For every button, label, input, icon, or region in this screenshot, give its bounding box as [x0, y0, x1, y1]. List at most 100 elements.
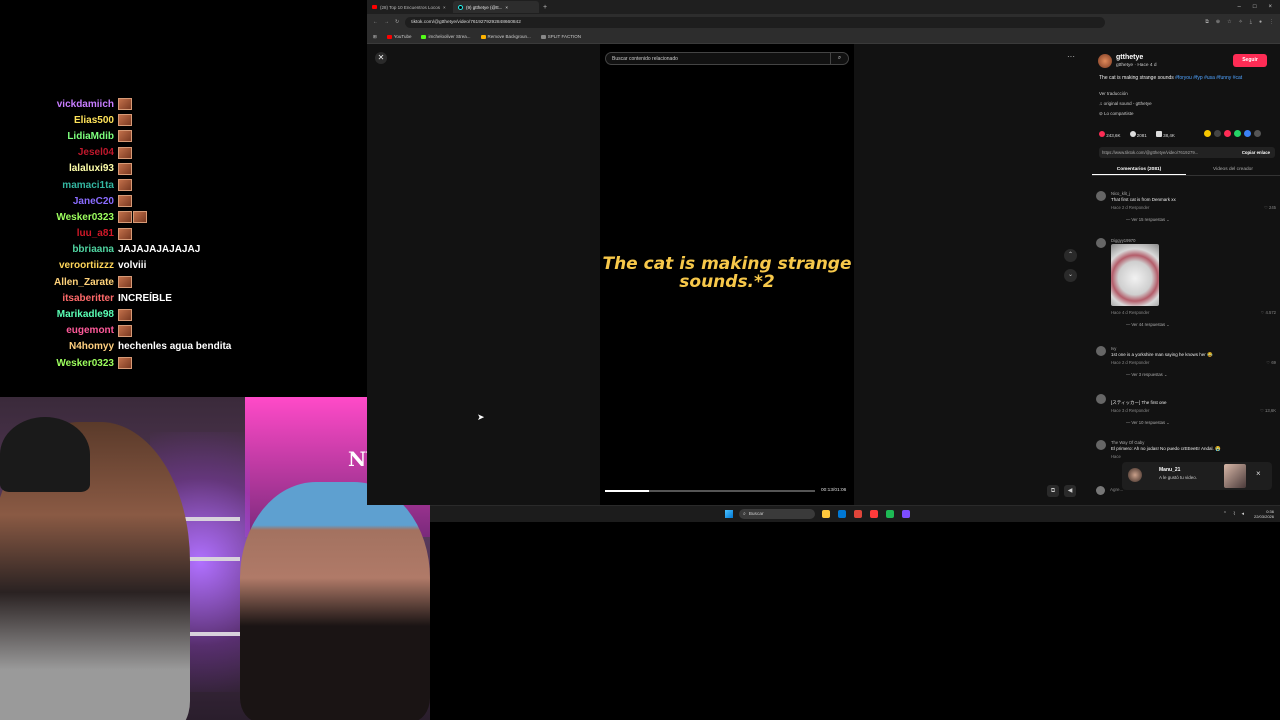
close-video-button[interactable]: ✕ [375, 52, 387, 64]
windows-start-icon[interactable] [725, 510, 733, 518]
speaker-icon[interactable]: ◂ [1241, 511, 1244, 517]
commenter-avatar[interactable] [1096, 238, 1106, 248]
video-player[interactable]: Buscar contenido relacionado ⌕ The cat i… [600, 44, 854, 505]
creator-avatar[interactable] [1098, 54, 1112, 68]
save-button[interactable]: 38,4K [1155, 131, 1175, 138]
view-replies-link[interactable]: — Ver 44 respuestas ⌄ [1126, 322, 1170, 327]
view-replies-link[interactable]: — Ver 10 respuestas ⌄ [1126, 420, 1170, 425]
translate-link[interactable]: Ver traducción [1099, 91, 1128, 96]
url-field[interactable]: tiktok.com/@gtthetye/video/7619279292848… [405, 16, 1106, 28]
comment-meta[interactable]: Hace 2 d Responder [1111, 205, 1149, 210]
view-replies-link[interactable]: — Ver 3 respuestas ⌄ [1126, 372, 1167, 377]
comment-text: 1st one is a yorkshire man saying he kno… [1111, 352, 1213, 357]
taskbar-app-icon[interactable] [822, 510, 830, 518]
commenter-avatar[interactable] [1096, 394, 1106, 404]
commenter-name[interactable]: Diggyy19970 [1111, 238, 1135, 243]
menu-icon[interactable]: ⋮ [1269, 19, 1274, 25]
tab-comments[interactable]: Comentarios (2081) [1092, 164, 1186, 175]
share-icon[interactable] [1254, 130, 1261, 137]
downloads-icon[interactable]: ⤓ [1250, 19, 1252, 25]
video-progress-bar[interactable] [605, 490, 815, 492]
comment-meta[interactable]: Hace 4 d Responder [1111, 310, 1149, 315]
tab-creator-videos[interactable]: Videos del creador [1186, 164, 1280, 175]
taskbar-app-icon[interactable] [902, 510, 910, 518]
like-button[interactable]: 243,6K [1099, 131, 1121, 138]
commenter-name[interactable]: Nico_klit_j [1111, 191, 1130, 196]
chevron-up-icon[interactable]: ⌃ [1223, 511, 1227, 517]
creator-name[interactable]: gtthetye [1116, 54, 1143, 61]
comment-icon [1129, 131, 1136, 137]
comment-button[interactable]: 2081 [1129, 131, 1147, 138]
emote-icon [118, 146, 132, 159]
view-replies-link[interactable]: — Ver 15 respuestas ⌄ [1126, 217, 1170, 222]
embed-icon[interactable] [1214, 130, 1221, 137]
commenter-avatar[interactable] [1096, 191, 1106, 201]
emote-icon [118, 98, 132, 111]
comment-meta[interactable]: Hace 3 d Responder [1111, 408, 1149, 413]
share-link-box[interactable]: https://www.tiktok.com/@gtthetye/video/7… [1099, 147, 1275, 158]
bookmark-star-icon[interactable]: ☆ [1227, 19, 1231, 25]
close-icon[interactable]: × [505, 5, 508, 10]
emote-icon [118, 324, 132, 337]
previous-video-button[interactable]: ⌃ [1064, 249, 1077, 262]
comment-likes[interactable]: ♡ 4.572 [1261, 310, 1276, 315]
profile-icon[interactable]: ● [1259, 19, 1262, 25]
maximize-icon[interactable]: □ [1253, 4, 1257, 10]
caption-line: The cat is making strange [602, 254, 852, 274]
back-icon[interactable]: ← [373, 19, 378, 25]
pip-icon[interactable]: ⧉ [1047, 485, 1059, 497]
next-video-button[interactable]: ⌄ [1064, 269, 1077, 282]
taskbar-app-icon[interactable] [886, 510, 894, 518]
zoom-icon[interactable]: ⊕ [1216, 19, 1220, 25]
tab-youtube[interactable]: (28) Top 10 Encuentros Locos × [367, 1, 453, 13]
commenter-avatar[interactable] [1096, 346, 1106, 356]
comment-likes[interactable]: ♡ 13,6K [1260, 408, 1276, 413]
taskbar-search[interactable]: ⌕ Buscar [739, 509, 815, 519]
taskbar-app-icon[interactable] [838, 510, 846, 518]
extensions-icon[interactable]: ✧ [1239, 19, 1243, 25]
comment-likes[interactable]: ♡ 69 [1266, 360, 1276, 365]
taskbar-app-icon[interactable] [854, 510, 862, 518]
window-controls: – □ × [1238, 4, 1280, 10]
whatsapp-icon[interactable] [1234, 130, 1241, 137]
close-icon[interactable]: × [1256, 469, 1261, 478]
more-options-icon[interactable]: ··· [1064, 53, 1078, 64]
comment-likes[interactable]: ♡ 245 [1264, 205, 1276, 210]
commenter-name[interactable]: Ivy [1111, 346, 1116, 351]
related-search-input[interactable]: Buscar contenido relacionado ⌕ [605, 52, 849, 65]
comment-meta[interactable]: Hace 2 d Responder [1111, 360, 1149, 365]
bookmark-label: SPLIT FACTION [547, 34, 581, 39]
copy-link-button[interactable]: Copiar enlace [1242, 150, 1275, 155]
follow-button[interactable]: Seguir [1233, 54, 1267, 67]
chat-username: LidiaMdib [67, 130, 114, 142]
hashtags[interactable]: #foryou #fyp #usa #funny #cat [1175, 75, 1242, 81]
bookmark-item[interactable]: Remove Backgroun... [480, 34, 531, 39]
comment-input[interactable]: Agre... [1110, 487, 1123, 492]
bookmark-item[interactable]: SPLIT FACTION [540, 34, 581, 39]
forward-icon[interactable]: → [384, 19, 389, 25]
close-icon[interactable]: × [443, 5, 446, 10]
search-icon[interactable]: ⌕ [830, 53, 848, 64]
volume-icon[interactable]: ◀ [1064, 485, 1076, 497]
send-icon[interactable] [1224, 130, 1231, 137]
facebook-icon[interactable] [1244, 130, 1251, 137]
sound-link[interactable]: ♫ original sound - gtthetye [1099, 101, 1152, 106]
reload-icon[interactable]: ↻ [395, 19, 399, 25]
apps-icon[interactable]: ⊞ [373, 34, 377, 40]
comment-text: [スティッカー] The first one [1111, 400, 1167, 405]
minimize-icon[interactable]: – [1238, 4, 1241, 10]
install-icon[interactable]: ⧉ [1205, 19, 1209, 25]
network-icon[interactable]: ⌇ [1233, 511, 1235, 517]
close-window-icon[interactable]: × [1268, 4, 1272, 10]
bookmark-item[interactable]: imchelooliver Strea... [421, 34, 471, 39]
comment-meta[interactable]: Hace [1111, 454, 1121, 459]
bookmark-item[interactable]: YouTube [386, 34, 411, 39]
tab-tiktok[interactable]: (9) gtthetye (@tt... × [453, 1, 539, 13]
new-tab-icon[interactable]: + [539, 4, 547, 11]
commenter-avatar[interactable] [1096, 440, 1106, 450]
repost-icon[interactable] [1204, 130, 1211, 137]
commenter-name[interactable]: The Way Of Gaby [1111, 440, 1144, 445]
comment-cat-image[interactable] [1111, 244, 1159, 306]
taskbar-app-icon[interactable] [870, 510, 878, 518]
taskbar-clock[interactable]: 0:36 22/03/2026 [1254, 509, 1274, 519]
